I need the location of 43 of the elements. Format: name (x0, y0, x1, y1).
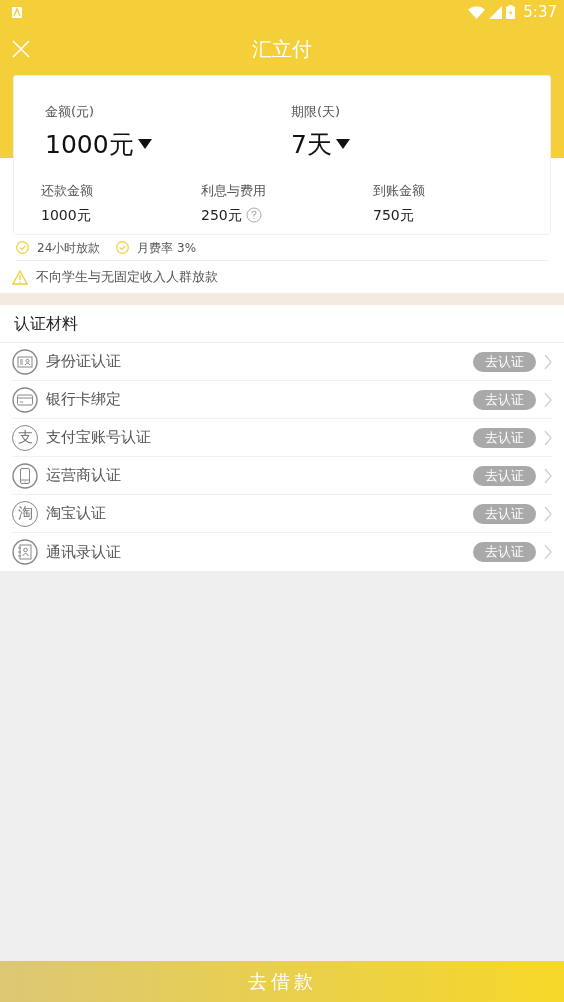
contacts-icon (12, 539, 38, 565)
term-value[interactable]: 7天 (291, 125, 332, 163)
wifi-icon (468, 5, 486, 19)
item-label[interactable]: 淘宝认证 (46, 502, 465, 525)
help-icon[interactable] (245, 207, 262, 223)
notification-icon (12, 6, 22, 18)
signal-icon (489, 5, 503, 19)
battery-icon (506, 5, 516, 19)
summary-value: 250元 (201, 205, 242, 225)
chevron-right-icon[interactable] (544, 391, 552, 408)
summary-label: 到账金额 (373, 182, 426, 200)
feature-text: 月费率 3% (137, 239, 197, 257)
close-icon[interactable] (12, 40, 30, 58)
clock-time: 5:37 (523, 1, 557, 23)
chevron-right-icon[interactable] (544, 544, 552, 560)
page-title: 汇立付 (252, 36, 312, 63)
bank-card-icon (12, 386, 38, 413)
chevron-right-icon[interactable] (544, 353, 552, 370)
summary-value: 1000元 (41, 205, 91, 225)
summary-value: 750元 (373, 205, 414, 225)
id-card-icon (12, 348, 38, 375)
dropdown-icon[interactable] (335, 139, 350, 150)
item-label[interactable]: 银行卡绑定 (46, 388, 465, 411)
feature-text: 24小时放款 (37, 239, 101, 257)
dropdown-icon[interactable] (137, 139, 152, 150)
notice-text: 不向学生与无固定收入人群放款 (36, 268, 218, 287)
item-label[interactable]: 运营商认证 (46, 464, 465, 487)
item-label[interactable]: 支付宝账号认证 (46, 426, 465, 449)
chevron-right-icon[interactable] (544, 467, 552, 484)
summary-label: 利息与费用 (201, 182, 267, 200)
summary-label: 还款金额 (41, 182, 94, 200)
term-label: 期限(天) (291, 103, 342, 121)
phone-icon (12, 462, 38, 489)
warning-icon (12, 269, 28, 285)
check-circle-icon (16, 241, 29, 254)
chevron-right-icon[interactable] (544, 429, 552, 446)
item-label[interactable]: 通讯录认证 (46, 540, 465, 564)
amount-label: 金额(元) (45, 103, 96, 121)
section-title: 认证材料 (0, 305, 564, 343)
amount-value[interactable]: 1000元 (45, 125, 134, 163)
item-label[interactable]: 身份证认证 (46, 350, 465, 373)
chevron-right-icon[interactable] (544, 505, 552, 522)
check-circle-icon (116, 241, 130, 254)
